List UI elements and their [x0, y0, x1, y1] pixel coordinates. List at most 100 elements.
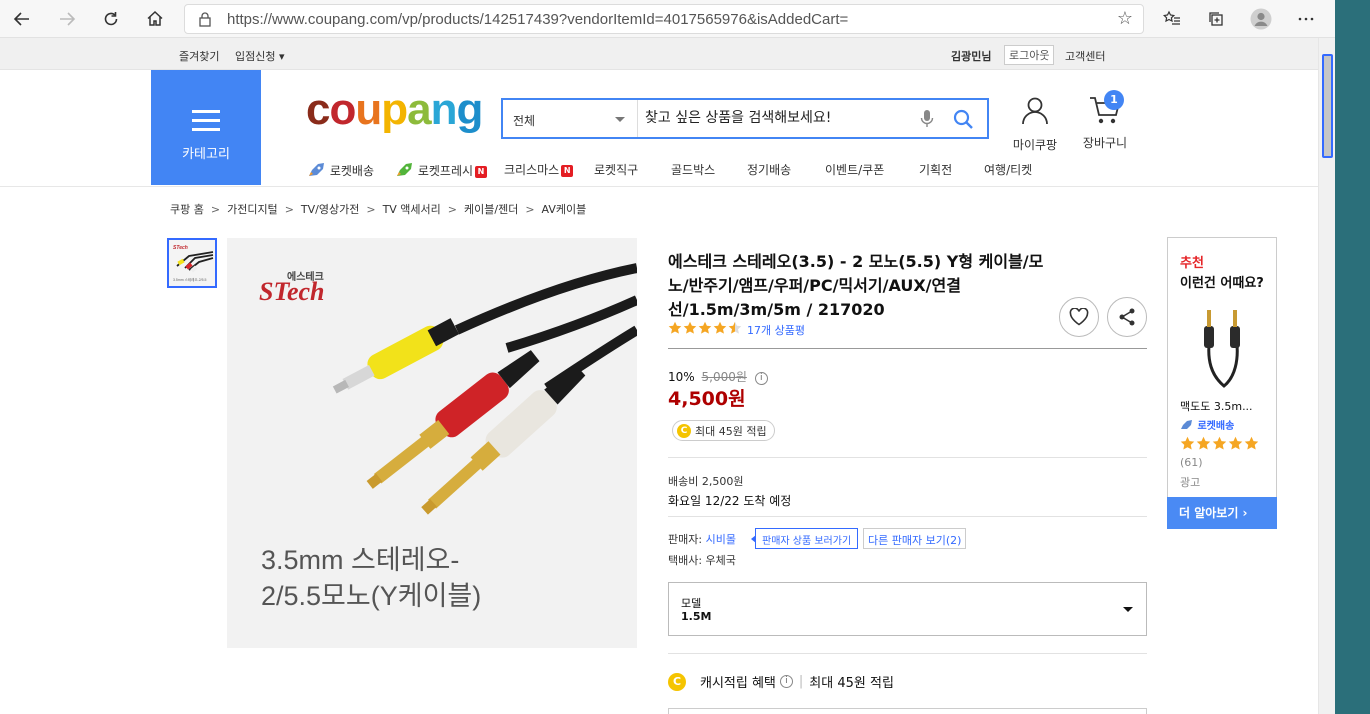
nav-subscription[interactable]: 정기배송: [747, 161, 791, 178]
breadcrumb-item[interactable]: 쿠팡 홈: [170, 203, 204, 216]
nav-travel-tickets[interactable]: 여행/티켓: [984, 161, 1032, 178]
utility-bar: 즐겨찾기 입점신청 ▾ 김광민님 로그아웃 고객센터: [0, 38, 1318, 70]
favorites-list-icon[interactable]: [1158, 6, 1186, 32]
breadcrumb-separator: >: [447, 203, 458, 216]
category-menu-button[interactable]: 카테고리: [151, 70, 261, 185]
coupang-logo[interactable]: coupang: [306, 85, 483, 134]
cash-back-badge: C 최대 45원 적립: [672, 420, 775, 441]
breadcrumb-separator: >: [210, 203, 221, 216]
other-sellers-button[interactable]: 다른 판매자 보기(2): [863, 528, 967, 549]
favorite-star-icon[interactable]: ☆: [1117, 8, 1133, 29]
rocket-icon: [309, 163, 324, 176]
breadcrumb-separator: >: [366, 203, 376, 216]
share-icon: [1119, 308, 1135, 326]
next-section-box: [668, 708, 1147, 714]
mypage-label: 마이쿠팡: [1012, 138, 1058, 152]
product-main-image[interactable]: 에스테크 STech 3.5mm 스테레오- 2/5.5모노(Y케이블): [227, 238, 637, 648]
star-icon: [1244, 436, 1259, 450]
seller-products-tooltip[interactable]: 판매자 상품 보러가기: [750, 528, 859, 549]
search-bar: 전체: [501, 98, 989, 139]
nav-goldbox[interactable]: 골드박스: [671, 161, 715, 178]
star-icon: [1212, 436, 1227, 450]
info-icon[interactable]: i: [754, 372, 768, 385]
reco-product-name[interactable]: 맥도도 3.5m...: [1180, 398, 1253, 414]
chevron-down-icon: [615, 117, 625, 122]
shipping-divider: [668, 516, 1147, 517]
new-badge: N: [561, 165, 574, 177]
seller-row: 판매자: 시비몰: [668, 531, 736, 547]
model-option-select[interactable]: 모델 1.5M: [668, 582, 1147, 636]
seller-name-link[interactable]: 시비몰: [706, 533, 736, 546]
microphone-icon[interactable]: [919, 109, 935, 129]
mypage-button[interactable]: 마이쿠팡: [1010, 95, 1060, 153]
user-name: 김광민님: [951, 50, 992, 63]
info-icon[interactable]: i: [779, 675, 793, 688]
rating-stars[interactable]: [668, 321, 743, 335]
favorites-link[interactable]: 즐겨찾기: [179, 48, 219, 64]
refresh-icon[interactable]: [97, 6, 125, 32]
product-thumbnail[interactable]: STech 3.5mm 스테레오-2/5.5: [167, 238, 217, 288]
nav-rocket-delivery[interactable]: 로켓배송: [306, 161, 374, 179]
nav-rocket-global[interactable]: 로켓직구: [594, 161, 638, 178]
profile-avatar-icon[interactable]: [1247, 6, 1275, 32]
back-icon[interactable]: [8, 6, 36, 32]
price-divider: [668, 457, 1147, 458]
collections-icon[interactable]: [1202, 6, 1230, 32]
search-category-select[interactable]: 전체: [503, 100, 638, 137]
lock-icon: [199, 12, 211, 27]
cash-back-text: 최대 45원 적립: [695, 424, 767, 438]
nav-events-coupons[interactable]: 이벤트/쿠폰: [825, 161, 884, 178]
logout-button[interactable]: 로그아웃: [1004, 45, 1055, 65]
new-badge: N: [475, 166, 488, 178]
nav-christmas[interactable]: 크리스마스 N: [504, 161, 574, 178]
breadcrumb-separator: >: [284, 203, 294, 216]
customer-center-link[interactable]: 고객센터: [1065, 48, 1105, 64]
breadcrumb-item[interactable]: TV/영상가전: [301, 203, 359, 216]
browser-toolbar: https://www.coupang.com/vp/products/1425…: [0, 0, 1335, 38]
nav-label: 크리스마스: [504, 163, 560, 177]
reco-review-count: (61): [1180, 456, 1203, 469]
breadcrumb-item[interactable]: TV 액세서리: [383, 203, 441, 216]
address-bar[interactable]: https://www.coupang.com/vp/products/1425…: [184, 4, 1144, 34]
review-count-link[interactable]: 17개 상품평: [747, 322, 805, 338]
hamburger-icon: [192, 110, 220, 131]
nav-rocket-fresh[interactable]: 로켓프레시 N: [394, 161, 488, 179]
option-value: 1.5M: [681, 610, 712, 623]
ad-label: 광고: [1180, 476, 1201, 489]
breadcrumb-item[interactable]: 가전디지털: [227, 203, 278, 216]
star-icon: [1196, 436, 1211, 450]
see-more-button[interactable]: 더 알아보기 ›: [1167, 497, 1277, 529]
cart-count-badge: 1: [1104, 90, 1124, 110]
cash-benefit-value: 최대 45원 적립: [809, 676, 894, 691]
reco-subheading: 이런건 어때요?: [1180, 276, 1264, 291]
breadcrumb: 쿠팡 홈 > 가전디지털 > TV/영상가전 > TV 액세서리 > 케이블/젠더 > AV케이블: [170, 201, 586, 217]
search-icon[interactable]: [952, 108, 974, 130]
cash-benefit-row: C 캐시적립 혜택 i | 최대 45원 적립: [668, 672, 894, 691]
search-category-value: 전체: [513, 114, 536, 128]
nav-label: 로켓배송: [329, 164, 374, 178]
breadcrumb-item[interactable]: 케이블/젠더: [464, 203, 518, 216]
logo-letter: a: [407, 85, 432, 134]
breadcrumb-item[interactable]: AV케이블: [542, 203, 587, 216]
option-label: 모델: [681, 597, 702, 610]
reco-product-image[interactable]: [1182, 306, 1262, 390]
discount-rate: 10%: [668, 370, 695, 384]
coin-icon: C: [677, 423, 691, 438]
scrollbar-thumb[interactable]: [1322, 54, 1333, 158]
courier-info: 택배사: 우체국: [668, 554, 736, 567]
more-menu-icon[interactable]: [1292, 6, 1320, 32]
page-scrollbar[interactable]: [1318, 38, 1335, 714]
original-price: 5,000원: [701, 370, 747, 384]
star-icon: [683, 321, 697, 334]
reco-heading: 추천: [1180, 256, 1204, 271]
forward-icon[interactable]: [53, 6, 81, 32]
home-icon[interactable]: [141, 6, 169, 32]
star-icon: [1180, 436, 1195, 450]
wishlist-heart-button[interactable]: [1059, 297, 1099, 337]
url-text: https://www.coupang.com/vp/products/1425…: [227, 11, 849, 28]
partner-menu[interactable]: 입점신청 ▾: [235, 48, 285, 64]
shipping-fee: 배송비 2,500원: [668, 475, 744, 488]
share-button[interactable]: [1107, 297, 1147, 337]
search-input[interactable]: [645, 106, 905, 130]
nav-special[interactable]: 기획전: [919, 161, 952, 178]
